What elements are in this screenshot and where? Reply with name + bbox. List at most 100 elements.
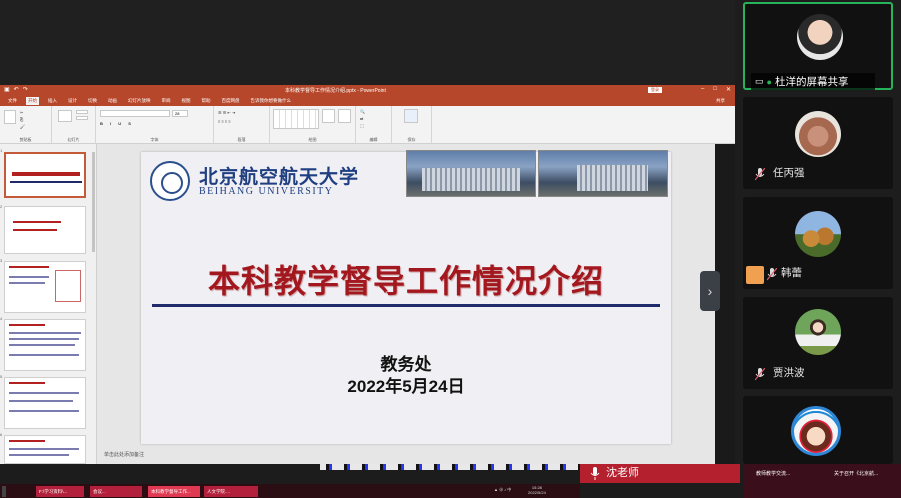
ribbon-group-save: 保存 — [392, 106, 432, 144]
slide-thumbnail[interactable] — [4, 319, 86, 371]
participant-tile[interactable]: 任丙强 — [743, 97, 893, 189]
cut-icon[interactable]: ✂ — [20, 110, 23, 115]
close-icon[interactable]: ✕ — [726, 86, 731, 93]
save-to-baidu-icon[interactable] — [404, 109, 418, 123]
host-taskbar-item[interactable]: 教师教学交流... — [756, 468, 790, 480]
new-slide-icon[interactable] — [58, 110, 72, 122]
slide-date: 2022年5月24日 — [347, 377, 465, 396]
slide-thumbnail[interactable] — [4, 261, 86, 313]
notes-placeholder[interactable]: 单击此处添加备注 — [104, 451, 144, 458]
ribbon-group-drawing: 绘图 — [270, 106, 356, 144]
clock-date: 2022/5/24 — [528, 490, 546, 495]
tab-animations[interactable]: 动画 — [106, 97, 119, 105]
window-title: 本科教学督导工作情况介绍.pptx - PowerPoint — [285, 88, 386, 94]
render-artifact — [320, 464, 580, 470]
window-controls: – □ ✕ — [701, 86, 731, 93]
participant-tile[interactable]: 贾洪波 — [743, 297, 893, 389]
participant-tile-sharer[interactable]: ▭ ● 杜洋的屏幕共享 — [743, 2, 893, 90]
start-button[interactable] — [2, 486, 6, 497]
ribbon: ✂ ⎘ 🖌 剪贴板 幻灯片 28 B I U S 字体 ☰ ☰ ⇤ ⇥ ≡ ≡ … — [0, 106, 735, 144]
paste-icon[interactable] — [4, 110, 16, 124]
participant-name: 任丙强 — [773, 167, 805, 179]
taskbar-item[interactable]: 会议... — [90, 486, 142, 497]
ppt-title-bar: ▣ ↶ ↷ 本科教学督导工作情况介绍.pptx - PowerPoint 登录 … — [0, 85, 735, 96]
tell-me-search[interactable]: 告诉我你想要做什么 — [249, 97, 294, 105]
ribbon-group-label: 保存 — [407, 137, 416, 142]
taskbar-item[interactable]: 人文学院.... — [204, 486, 258, 497]
save-icon[interactable]: ▣ — [4, 86, 10, 93]
minimize-icon[interactable]: – — [701, 86, 704, 93]
arrange-icon[interactable] — [322, 109, 335, 123]
slide-thumbnail[interactable] — [4, 152, 86, 198]
shapes-gallery[interactable] — [273, 109, 319, 129]
screen-share-label: ▭ ● 杜洋的屏幕共享 — [751, 73, 875, 90]
shared-screen-top — [0, 0, 735, 85]
tab-insert[interactable]: 插入 — [46, 97, 59, 105]
thumbnail-scrollbar[interactable] — [92, 152, 95, 252]
slide-thumbnail[interactable] — [4, 206, 86, 254]
ribbon-group-label: 剪贴板 — [19, 137, 32, 142]
tab-slideshow[interactable]: 幻灯片放映 — [126, 97, 153, 105]
layout-button[interactable] — [76, 110, 88, 114]
slide-thumbnail[interactable] — [4, 377, 86, 429]
editor-area: 1 2 3 4 5 6 北京航空航天大学 BEIHANG UNIVERSITY … — [0, 144, 715, 464]
thumb-number: 6 — [0, 432, 3, 437]
slide-thumbnail[interactable] — [4, 435, 86, 464]
ribbon-group-label: 绘图 — [308, 137, 317, 142]
participants-panel: ▭ ● 杜洋的屏幕共享 任丙强 韩蕾 贾洪波 — [735, 0, 901, 464]
tab-design[interactable]: 设计 — [66, 97, 79, 105]
ribbon-group-slides: 幻灯片 — [52, 106, 96, 144]
title-divider — [152, 304, 660, 307]
replace-icon[interactable]: ⇄ — [360, 116, 363, 121]
screen-share-text: 杜洋的屏幕共享 — [774, 76, 849, 88]
bullets-icon[interactable]: ☰ ☰ ⇤ ⇥ — [218, 110, 235, 115]
tab-view[interactable]: 视图 — [180, 97, 193, 105]
format-painter-icon[interactable]: 🖌 — [20, 124, 25, 129]
quick-access-toolbar: ▣ ↶ ↷ — [4, 86, 28, 93]
screen-share-icon: ▭ — [755, 76, 764, 86]
tab-file[interactable]: 文件 — [6, 97, 19, 105]
find-icon[interactable]: 🔍 — [360, 109, 365, 114]
login-button[interactable]: 登录 — [648, 87, 662, 93]
quick-styles-icon[interactable] — [338, 109, 351, 123]
campus-photo-1 — [406, 150, 536, 197]
tab-review[interactable]: 审阅 — [160, 97, 173, 105]
clock: 15:28 2022/5/24 — [528, 485, 546, 495]
select-icon[interactable]: ⬚ — [360, 123, 364, 128]
copy-icon[interactable]: ⎘ — [20, 117, 23, 122]
thumb-number: 2 — [0, 204, 3, 209]
undo-icon[interactable]: ↶ — [14, 86, 19, 93]
share-button[interactable]: 共享 — [714, 97, 727, 105]
ribbon-group-label: 幻灯片 — [67, 137, 80, 142]
tab-home[interactable]: 开始 — [26, 97, 39, 105]
screen: ▣ ↶ ↷ 本科教学督导工作情况介绍.pptx - PowerPoint 登录 … — [0, 0, 901, 498]
ribbon-group-clipboard: ✂ ⎘ 🖌 剪贴板 — [0, 106, 52, 144]
host-taskbar-item[interactable]: 关于召开《北京航... — [834, 468, 878, 480]
taskbar-item[interactable]: F:\学习资料\... — [36, 486, 84, 497]
ribbon-tabs: 文件 开始 插入 设计 切换 动画 幻灯片放映 审阅 视图 帮助 百度网盘 告诉… — [0, 96, 735, 106]
collapse-panel-button[interactable]: › — [700, 271, 720, 311]
slide-title: 本科教学督导工作情况介绍 — [207, 263, 604, 299]
taskbar-item[interactable]: 本科教学督导工作... — [148, 486, 200, 497]
speaker-mic-icon — [590, 467, 600, 480]
university-name-cn: 北京航空航天大学 — [199, 166, 360, 188]
small-avatar-icon — [746, 266, 764, 284]
participant-tile[interactable] — [743, 396, 893, 464]
reset-button[interactable] — [76, 116, 88, 120]
slide-canvas[interactable]: 北京航空航天大学 BEIHANG UNIVERSITY 本科教学督导工作情况介绍… — [141, 150, 671, 444]
tray-icons[interactable]: ▲ ⊕ ♪ 中 — [494, 487, 511, 493]
avatar — [795, 211, 841, 257]
bold-italic-underline-buttons[interactable]: B I U S — [100, 121, 134, 126]
redo-icon[interactable]: ↷ — [23, 86, 28, 93]
maximize-icon[interactable]: □ — [713, 86, 717, 93]
font-name-input[interactable] — [100, 110, 170, 117]
tab-baidu[interactable]: 百度网盘 — [220, 97, 242, 105]
participant-tile[interactable]: 韩蕾 — [743, 197, 893, 289]
tab-transitions[interactable]: 切换 — [86, 97, 99, 105]
ribbon-group-label: 字体 — [150, 137, 159, 142]
font-size-input[interactable]: 28 — [172, 110, 188, 117]
system-tray: ▲ ⊕ ♪ 中 15:28 2022/5/24 — [490, 484, 580, 498]
tab-help[interactable]: 帮助 — [200, 97, 213, 105]
avatar — [795, 111, 841, 157]
align-icon[interactable]: ≡ ≡ ≡ ≡ — [218, 119, 231, 124]
